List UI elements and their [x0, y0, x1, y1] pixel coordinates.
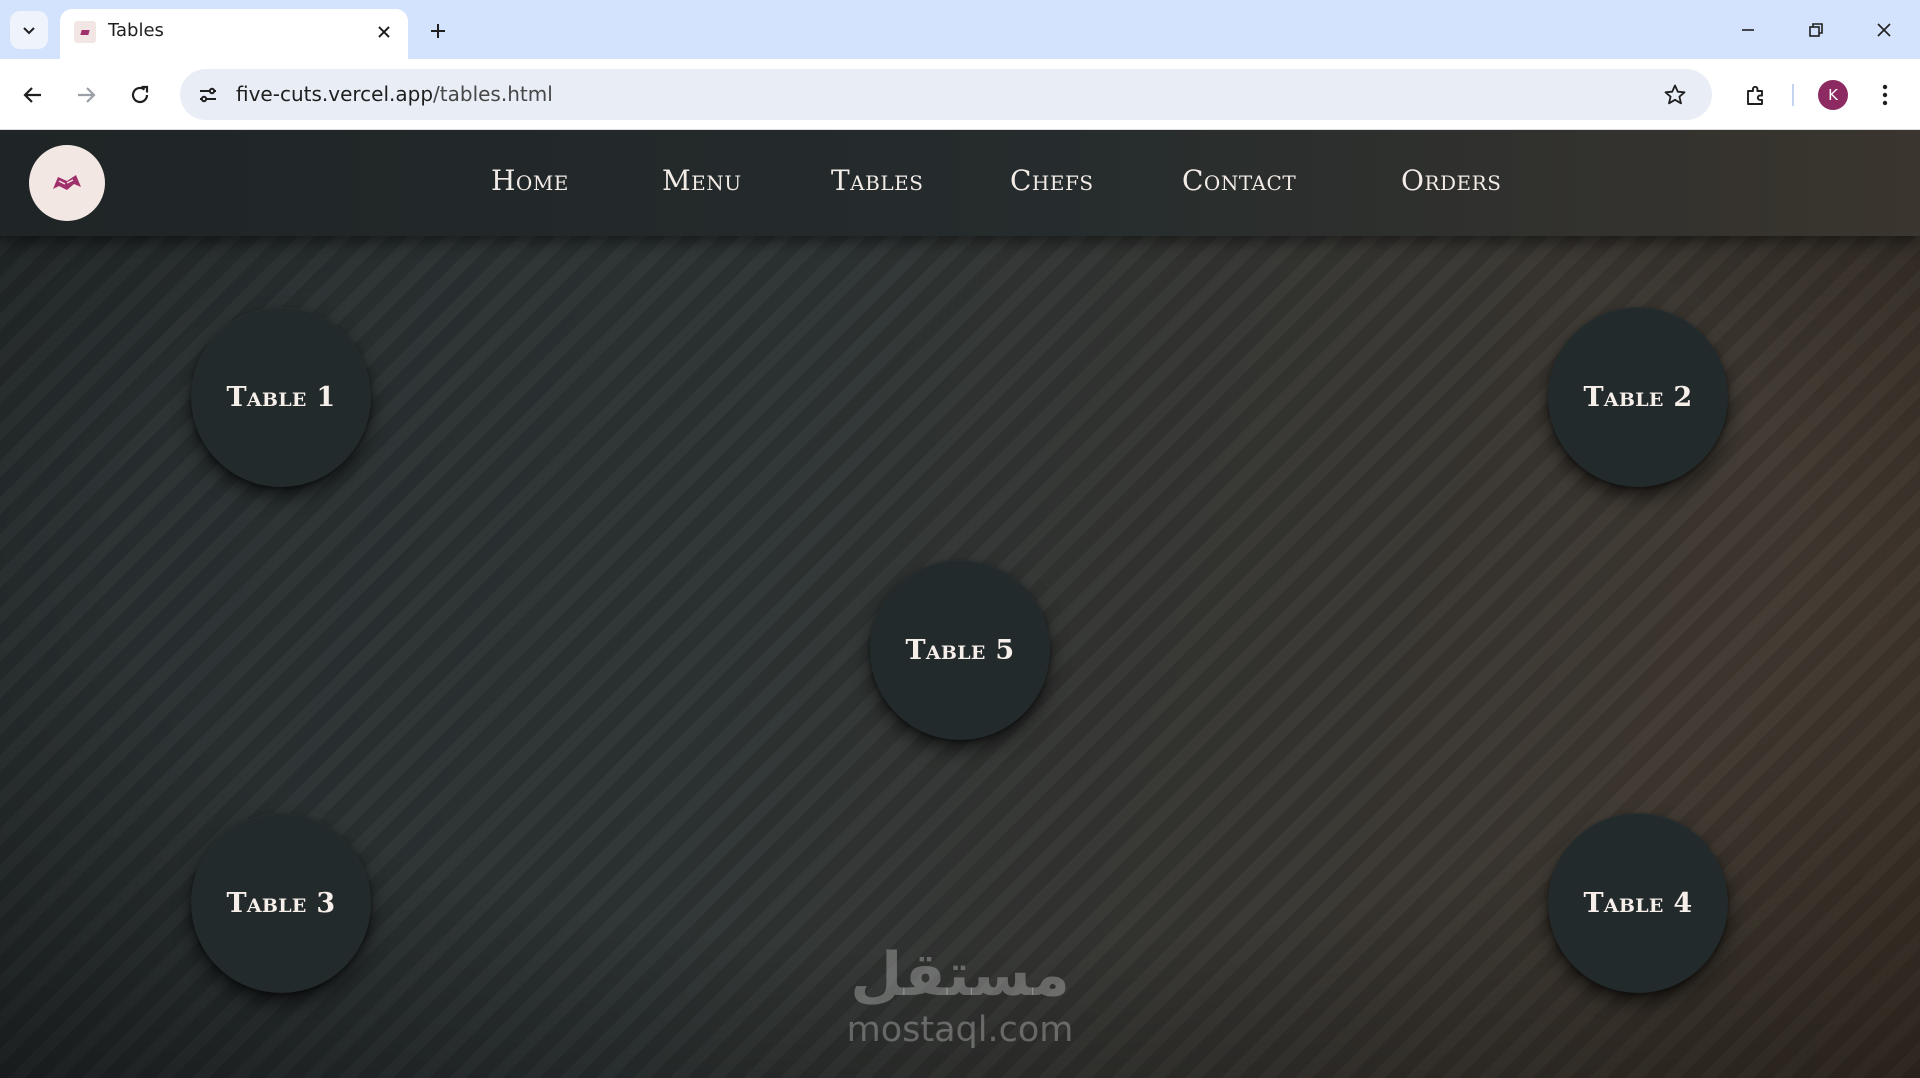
- table-2[interactable]: Table 2: [1548, 307, 1728, 487]
- reload-icon: [131, 85, 149, 104]
- tab-close-button[interactable]: [370, 18, 398, 46]
- browser-toolbar: five-cuts.vercel.app/tables.html K: [0, 59, 1920, 130]
- tables-page: Home Menu Tables Chefs Contact Orders Ta…: [0, 130, 1920, 1078]
- back-button[interactable]: [13, 75, 53, 115]
- site-header: Home Menu Tables Chefs Contact Orders: [0, 130, 1920, 236]
- table-1[interactable]: Table 1: [191, 307, 371, 487]
- bookmark-button[interactable]: [1658, 78, 1692, 112]
- star-icon: [1664, 84, 1686, 105]
- browser-tab-active[interactable]: Tables: [60, 9, 408, 59]
- forward-arrow-icon: [78, 87, 96, 103]
- table-5[interactable]: Table 5: [870, 560, 1050, 740]
- chevron-down-icon: [23, 27, 35, 35]
- more-vert-icon: [1882, 84, 1888, 106]
- main-nav: Home Menu Tables Chefs Contact Orders: [0, 130, 1920, 236]
- toolbar-divider: [1792, 84, 1794, 106]
- watermark-arabic: مستقل: [850, 940, 1070, 1010]
- tune-icon: [200, 87, 216, 103]
- site-info-button[interactable]: [192, 79, 224, 111]
- nav-menu[interactable]: Menu: [662, 164, 742, 197]
- table-3[interactable]: Table 3: [191, 813, 371, 993]
- url-host: five-cuts.vercel.app: [236, 82, 434, 106]
- nav-home[interactable]: Home: [491, 164, 569, 197]
- forward-button[interactable]: [66, 75, 106, 115]
- table-4-label: Table 4: [1583, 887, 1693, 919]
- nav-tables[interactable]: Tables: [831, 164, 923, 197]
- back-arrow-icon: [23, 87, 41, 103]
- browser-tab-strip: Tables: [0, 0, 1920, 59]
- new-tab-button[interactable]: [420, 13, 456, 49]
- table-4[interactable]: Table 4: [1548, 813, 1728, 993]
- table-5-label: Table 5: [905, 634, 1015, 666]
- puzzle-icon: [1747, 85, 1763, 105]
- restore-icon: [1809, 23, 1823, 37]
- watermark-latin: mostaql.com: [846, 1010, 1074, 1050]
- nav-chefs[interactable]: Chefs: [1010, 164, 1094, 197]
- url-path: /tables.html: [433, 82, 553, 106]
- reload-button[interactable]: [120, 75, 160, 115]
- address-bar[interactable]: five-cuts.vercel.app/tables.html: [180, 69, 1712, 120]
- profile-avatar[interactable]: K: [1818, 80, 1848, 110]
- restore-button[interactable]: [1786, 8, 1846, 52]
- close-icon: [378, 26, 390, 38]
- nav-contact[interactable]: Contact: [1182, 164, 1296, 197]
- browser-menu-button[interactable]: [1868, 77, 1902, 113]
- mostaql-watermark: مستقل mostaql.com: [840, 940, 1080, 1070]
- table-1-label: Table 1: [226, 381, 336, 413]
- tab-favicon-icon: [74, 21, 96, 43]
- nav-orders[interactable]: Orders: [1401, 164, 1501, 197]
- close-icon: [1877, 23, 1891, 37]
- table-3-label: Table 3: [226, 887, 336, 919]
- tab-search-button[interactable]: [10, 11, 48, 49]
- minimize-icon: [1742, 29, 1754, 31]
- tab-title: Tables: [108, 20, 164, 41]
- close-window-button[interactable]: [1854, 8, 1914, 52]
- url-text[interactable]: five-cuts.vercel.app/tables.html: [236, 82, 553, 106]
- table-2-label: Table 2: [1583, 381, 1693, 413]
- extensions-button[interactable]: [1737, 76, 1775, 114]
- minimize-button[interactable]: [1718, 8, 1778, 52]
- plus-icon: [431, 24, 445, 38]
